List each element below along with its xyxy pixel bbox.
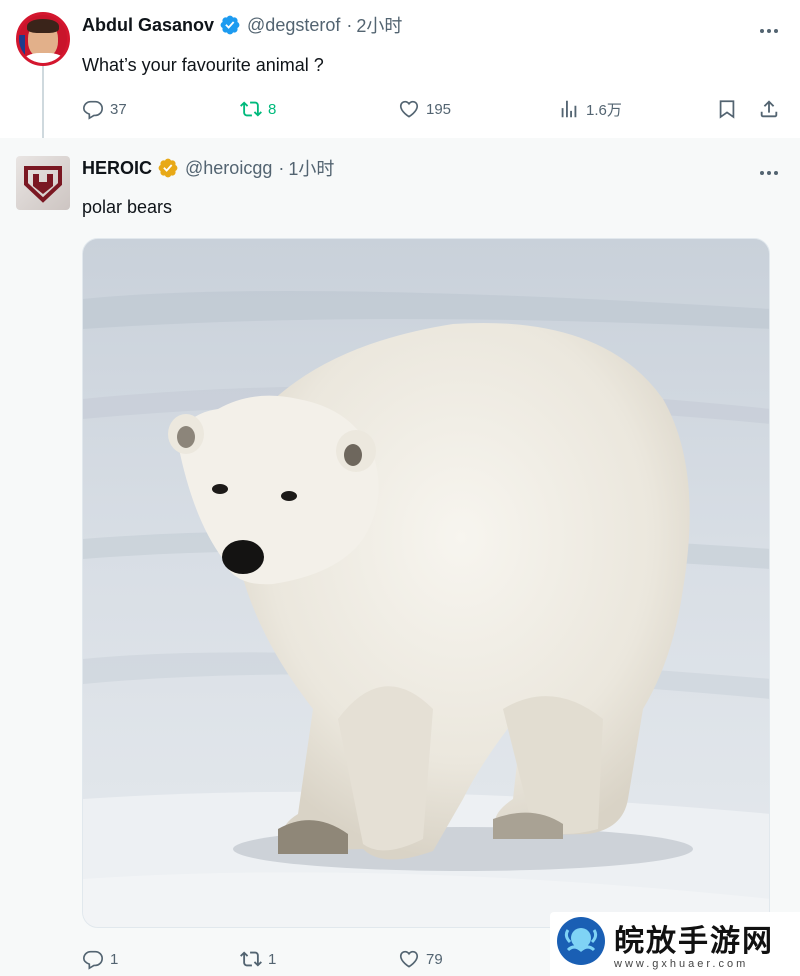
like-button[interactable]: 79 (398, 947, 443, 971)
bookmark-button[interactable] (716, 97, 738, 121)
retweet-icon (240, 101, 262, 117)
author-handle[interactable]: @degsterof (247, 15, 340, 36)
watermark-site-name: 皖放手游网 (614, 924, 774, 959)
tweet-actions: 37 8 195 1.6万 (82, 97, 788, 121)
author-name[interactable]: Abdul Gasanov (82, 15, 214, 36)
reply-icon (83, 100, 103, 120)
retweet-count: 8 (268, 100, 277, 118)
share-button[interactable] (758, 97, 780, 121)
octopus-logo-icon (557, 917, 605, 965)
separator-dot: · (278, 157, 285, 178)
polar-bear-photo (83, 239, 769, 927)
tweet-text: What’s your favourite animal ? (82, 55, 324, 75)
retweet-button[interactable]: 8 (240, 97, 276, 121)
heart-icon (399, 950, 419, 968)
views-count: 1.6万 (586, 101, 622, 119)
retweet-icon (240, 951, 262, 967)
verified-gold-badge-icon (157, 157, 179, 179)
reply-icon (83, 950, 103, 970)
tweet-text: polar bears (82, 197, 173, 217)
tweet-image[interactable] (82, 238, 770, 928)
reply-button[interactable]: 37 (82, 97, 127, 121)
tweet-time[interactable]: 2小时 (356, 12, 402, 38)
bookmark-icon (719, 100, 735, 119)
thread-connector-line (42, 66, 44, 148)
reply-button[interactable]: 1 (82, 947, 118, 971)
tweet-header: Abdul Gasanov @degsterof · 2小时 (82, 13, 402, 37)
tweet-reply[interactable]: HEROIC @heroicgg · 1小时 polar bears 1 1 7… (0, 138, 800, 976)
verified-badge-icon (219, 14, 241, 36)
author-name[interactable]: HEROIC (82, 158, 152, 179)
reply-count: 37 (110, 100, 127, 118)
retweet-button[interactable]: 1 (240, 947, 276, 971)
separator-dot: · (346, 14, 353, 35)
retweet-count: 1 (268, 950, 277, 968)
heroic-logo-icon (24, 166, 62, 203)
site-watermark: 皖放手游网 www.gxhuaer.com (550, 912, 800, 976)
like-count: 195 (426, 100, 452, 118)
author-handle[interactable]: @heroicgg (185, 158, 272, 179)
tweet-original[interactable]: Abdul Gasanov @degsterof · 2小时 What’s yo… (0, 0, 800, 138)
author-avatar-logo[interactable] (16, 156, 70, 210)
like-button[interactable]: 195 (398, 97, 451, 121)
views-button[interactable]: 1.6万 (558, 97, 622, 121)
tweet-time[interactable]: 1小时 (288, 155, 334, 181)
like-count: 79 (426, 950, 443, 968)
more-options-icon[interactable] (758, 20, 780, 42)
author-avatar[interactable] (16, 12, 70, 66)
analytics-icon (561, 100, 577, 118)
reply-count: 1 (110, 950, 119, 968)
more-options-icon[interactable] (758, 162, 780, 184)
heart-icon (399, 100, 419, 118)
share-icon (760, 100, 778, 118)
tweet-header: HEROIC @heroicgg · 1小时 (82, 156, 334, 180)
watermark-url: www.gxhuaer.com (614, 958, 749, 970)
